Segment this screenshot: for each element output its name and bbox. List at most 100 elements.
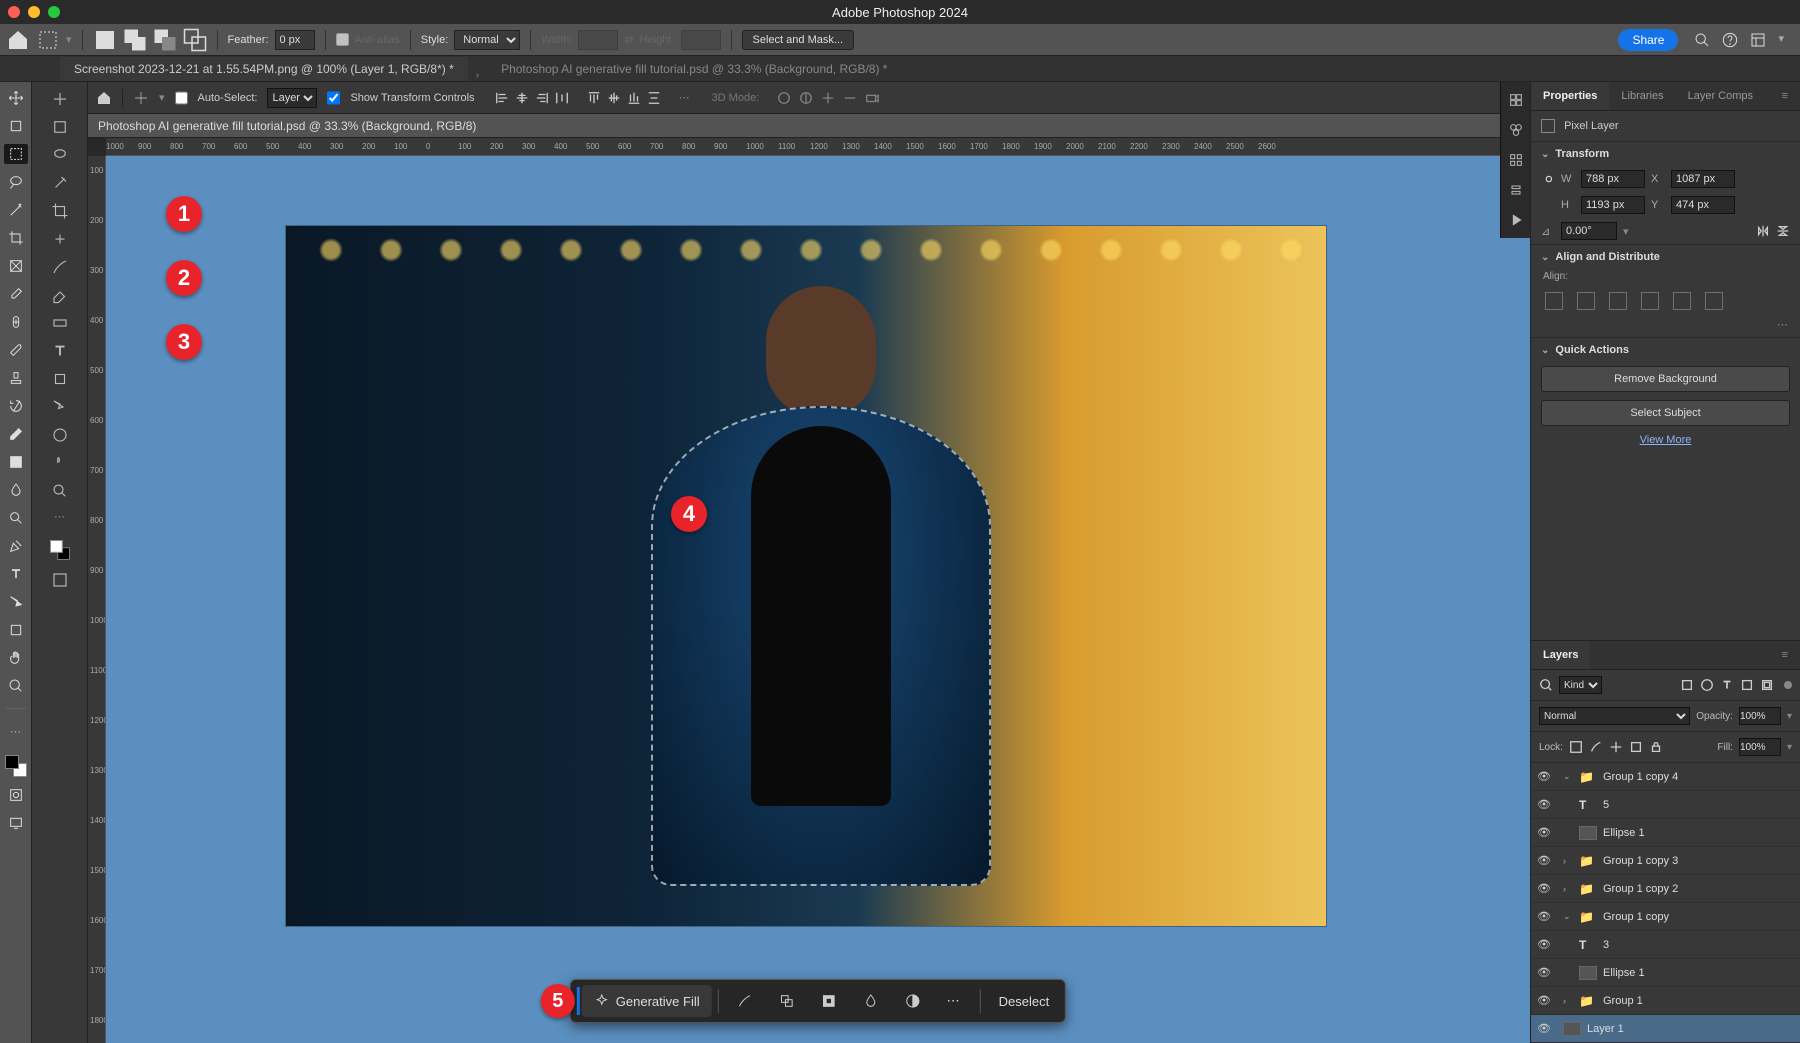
selection-subtract-icon[interactable] <box>153 28 177 52</box>
filter-pixel-icon[interactable] <box>1680 678 1694 692</box>
doc-tab-2[interactable]: Photoshop AI generative fill tutorial.ps… <box>487 57 901 81</box>
adjust-button[interactable] <box>893 985 933 1017</box>
layer-row[interactable]: 👁Ellipse 1 <box>1531 959 1800 987</box>
shape2-icon[interactable] <box>51 370 69 388</box>
gradient-tool[interactable] <box>4 452 28 472</box>
swatches-panel-icon[interactable] <box>1508 122 1524 138</box>
subtract-select-button[interactable] <box>767 985 807 1017</box>
move3-icon[interactable] <box>133 90 149 106</box>
align-b-icon[interactable] <box>1705 292 1723 310</box>
align-t-icon[interactable] <box>1641 292 1659 310</box>
align-bottom-icon[interactable] <box>627 91 641 105</box>
visibility-icon[interactable]: 👁 <box>1537 1022 1551 1035</box>
search-icon[interactable] <box>1694 32 1710 48</box>
layer-row[interactable]: 👁T5 <box>1531 791 1800 819</box>
layer-row[interactable]: 👁Ellipse 1 <box>1531 819 1800 847</box>
distribute-v-icon[interactable] <box>647 91 661 105</box>
align-right-icon[interactable] <box>535 91 549 105</box>
lock-trans-icon[interactable] <box>1569 740 1583 754</box>
eraser2-icon[interactable] <box>51 286 69 304</box>
visibility-icon[interactable]: 👁 <box>1537 882 1551 895</box>
type2-icon[interactable] <box>51 342 69 360</box>
marquee-tool[interactable] <box>4 144 28 164</box>
align-ch-icon[interactable] <box>1577 292 1595 310</box>
expand-arrow-icon[interactable]: › <box>1563 856 1573 866</box>
eraser-tool[interactable] <box>4 424 28 444</box>
styles-panel-icon[interactable] <box>1508 182 1524 198</box>
layer-kind-select[interactable]: Kind <box>1559 676 1602 694</box>
home-icon[interactable] <box>6 28 30 52</box>
w-input[interactable] <box>1581 170 1645 188</box>
x-input[interactable] <box>1671 170 1735 188</box>
angle-input[interactable] <box>1561 222 1617 240</box>
filter-toggle[interactable] <box>1784 681 1792 689</box>
align-r-icon[interactable] <box>1609 292 1627 310</box>
zoom2-icon[interactable] <box>51 482 69 500</box>
filter-icon[interactable] <box>1539 678 1553 692</box>
link-wh-icon[interactable] <box>1541 172 1555 186</box>
filter-type-icon[interactable] <box>1720 678 1734 692</box>
current-tool-icon[interactable] <box>36 28 60 52</box>
tab-layer-comps[interactable]: Layer Comps <box>1676 82 1765 110</box>
layer-row[interactable]: 👁Layer 1 <box>1531 1015 1800 1043</box>
align-l-icon[interactable] <box>1545 292 1563 310</box>
tab-libraries[interactable]: Libraries <box>1609 82 1675 110</box>
move-plus-icon[interactable] <box>51 90 69 108</box>
hand-tool[interactable] <box>4 648 28 668</box>
style-select[interactable]: Normal <box>454 30 520 50</box>
brush-select-button[interactable] <box>725 985 765 1017</box>
distribute-h-icon[interactable] <box>555 91 569 105</box>
stamp-tool[interactable] <box>4 368 28 388</box>
fill-input[interactable] <box>1739 738 1781 756</box>
rect-icon[interactable] <box>51 118 69 136</box>
doc-tab-1[interactable]: Screenshot 2023-12-21 at 1.55.54PM.png @… <box>60 57 468 81</box>
deselect-button[interactable]: Deselect <box>987 986 1062 1017</box>
healing-tool[interactable] <box>4 312 28 332</box>
visibility-icon[interactable]: 👁 <box>1537 966 1551 979</box>
eyedropper-tool[interactable] <box>4 284 28 304</box>
panel-menu-icon[interactable]: ≡ <box>1770 82 1800 110</box>
select-subject-button[interactable]: Select Subject <box>1541 400 1790 426</box>
expand-arrow-icon[interactable]: ⌄ <box>1563 771 1573 782</box>
brush-tool[interactable] <box>4 340 28 360</box>
selection-new-icon[interactable] <box>93 28 117 52</box>
layer-row[interactable]: 👁T3 <box>1531 931 1800 959</box>
feather-input[interactable] <box>275 30 315 50</box>
quickmask2-icon[interactable] <box>51 571 69 589</box>
remove-background-button[interactable]: Remove Background <box>1541 366 1790 392</box>
home2-icon[interactable] <box>96 90 112 106</box>
align-cv-icon[interactable] <box>1673 292 1691 310</box>
selection-add-icon[interactable] <box>123 28 147 52</box>
filter-adj-icon[interactable] <box>1700 678 1714 692</box>
select-and-mask-button[interactable]: Select and Mask... <box>742 30 855 50</box>
h-input[interactable] <box>1581 196 1645 214</box>
crop2-icon[interactable] <box>51 202 69 220</box>
share-button[interactable]: Share <box>1618 29 1678 51</box>
blur-tool[interactable] <box>4 480 28 500</box>
auto-select-dropdown[interactable]: Layer <box>267 88 317 108</box>
align-top-icon[interactable] <box>587 91 601 105</box>
visibility-icon[interactable]: 👁 <box>1537 826 1551 839</box>
edit-toolbar-icon[interactable]: ⋯ <box>4 721 28 741</box>
ellipse2-icon[interactable] <box>51 426 69 444</box>
path-tool[interactable] <box>4 592 28 612</box>
view-more-link[interactable]: View More <box>1531 430 1800 450</box>
lock-nest-icon[interactable] <box>1629 740 1643 754</box>
lock-all-icon[interactable] <box>1649 740 1663 754</box>
expand-arrow-icon[interactable]: ⌄ <box>1563 911 1573 922</box>
lasso-tool[interactable] <box>4 172 28 192</box>
invert-select-button[interactable] <box>809 985 849 1017</box>
lock-brush-icon[interactable] <box>1589 740 1603 754</box>
blend-mode-select[interactable]: Normal <box>1539 707 1690 725</box>
align-left-icon[interactable] <box>495 91 509 105</box>
visibility-icon[interactable]: 👁 <box>1537 910 1551 923</box>
fill-button[interactable] <box>851 985 891 1017</box>
dodge-tool[interactable] <box>4 508 28 528</box>
tab-layers[interactable]: Layers <box>1531 641 1590 669</box>
layer-row[interactable]: 👁⌄📁Group 1 copy <box>1531 903 1800 931</box>
filter-smart-icon[interactable] <box>1760 678 1774 692</box>
visibility-icon[interactable]: 👁 <box>1537 770 1551 783</box>
frame-tool[interactable] <box>4 256 28 276</box>
minimize-window-icon[interactable] <box>28 6 40 18</box>
quickmask-icon[interactable] <box>4 785 28 805</box>
